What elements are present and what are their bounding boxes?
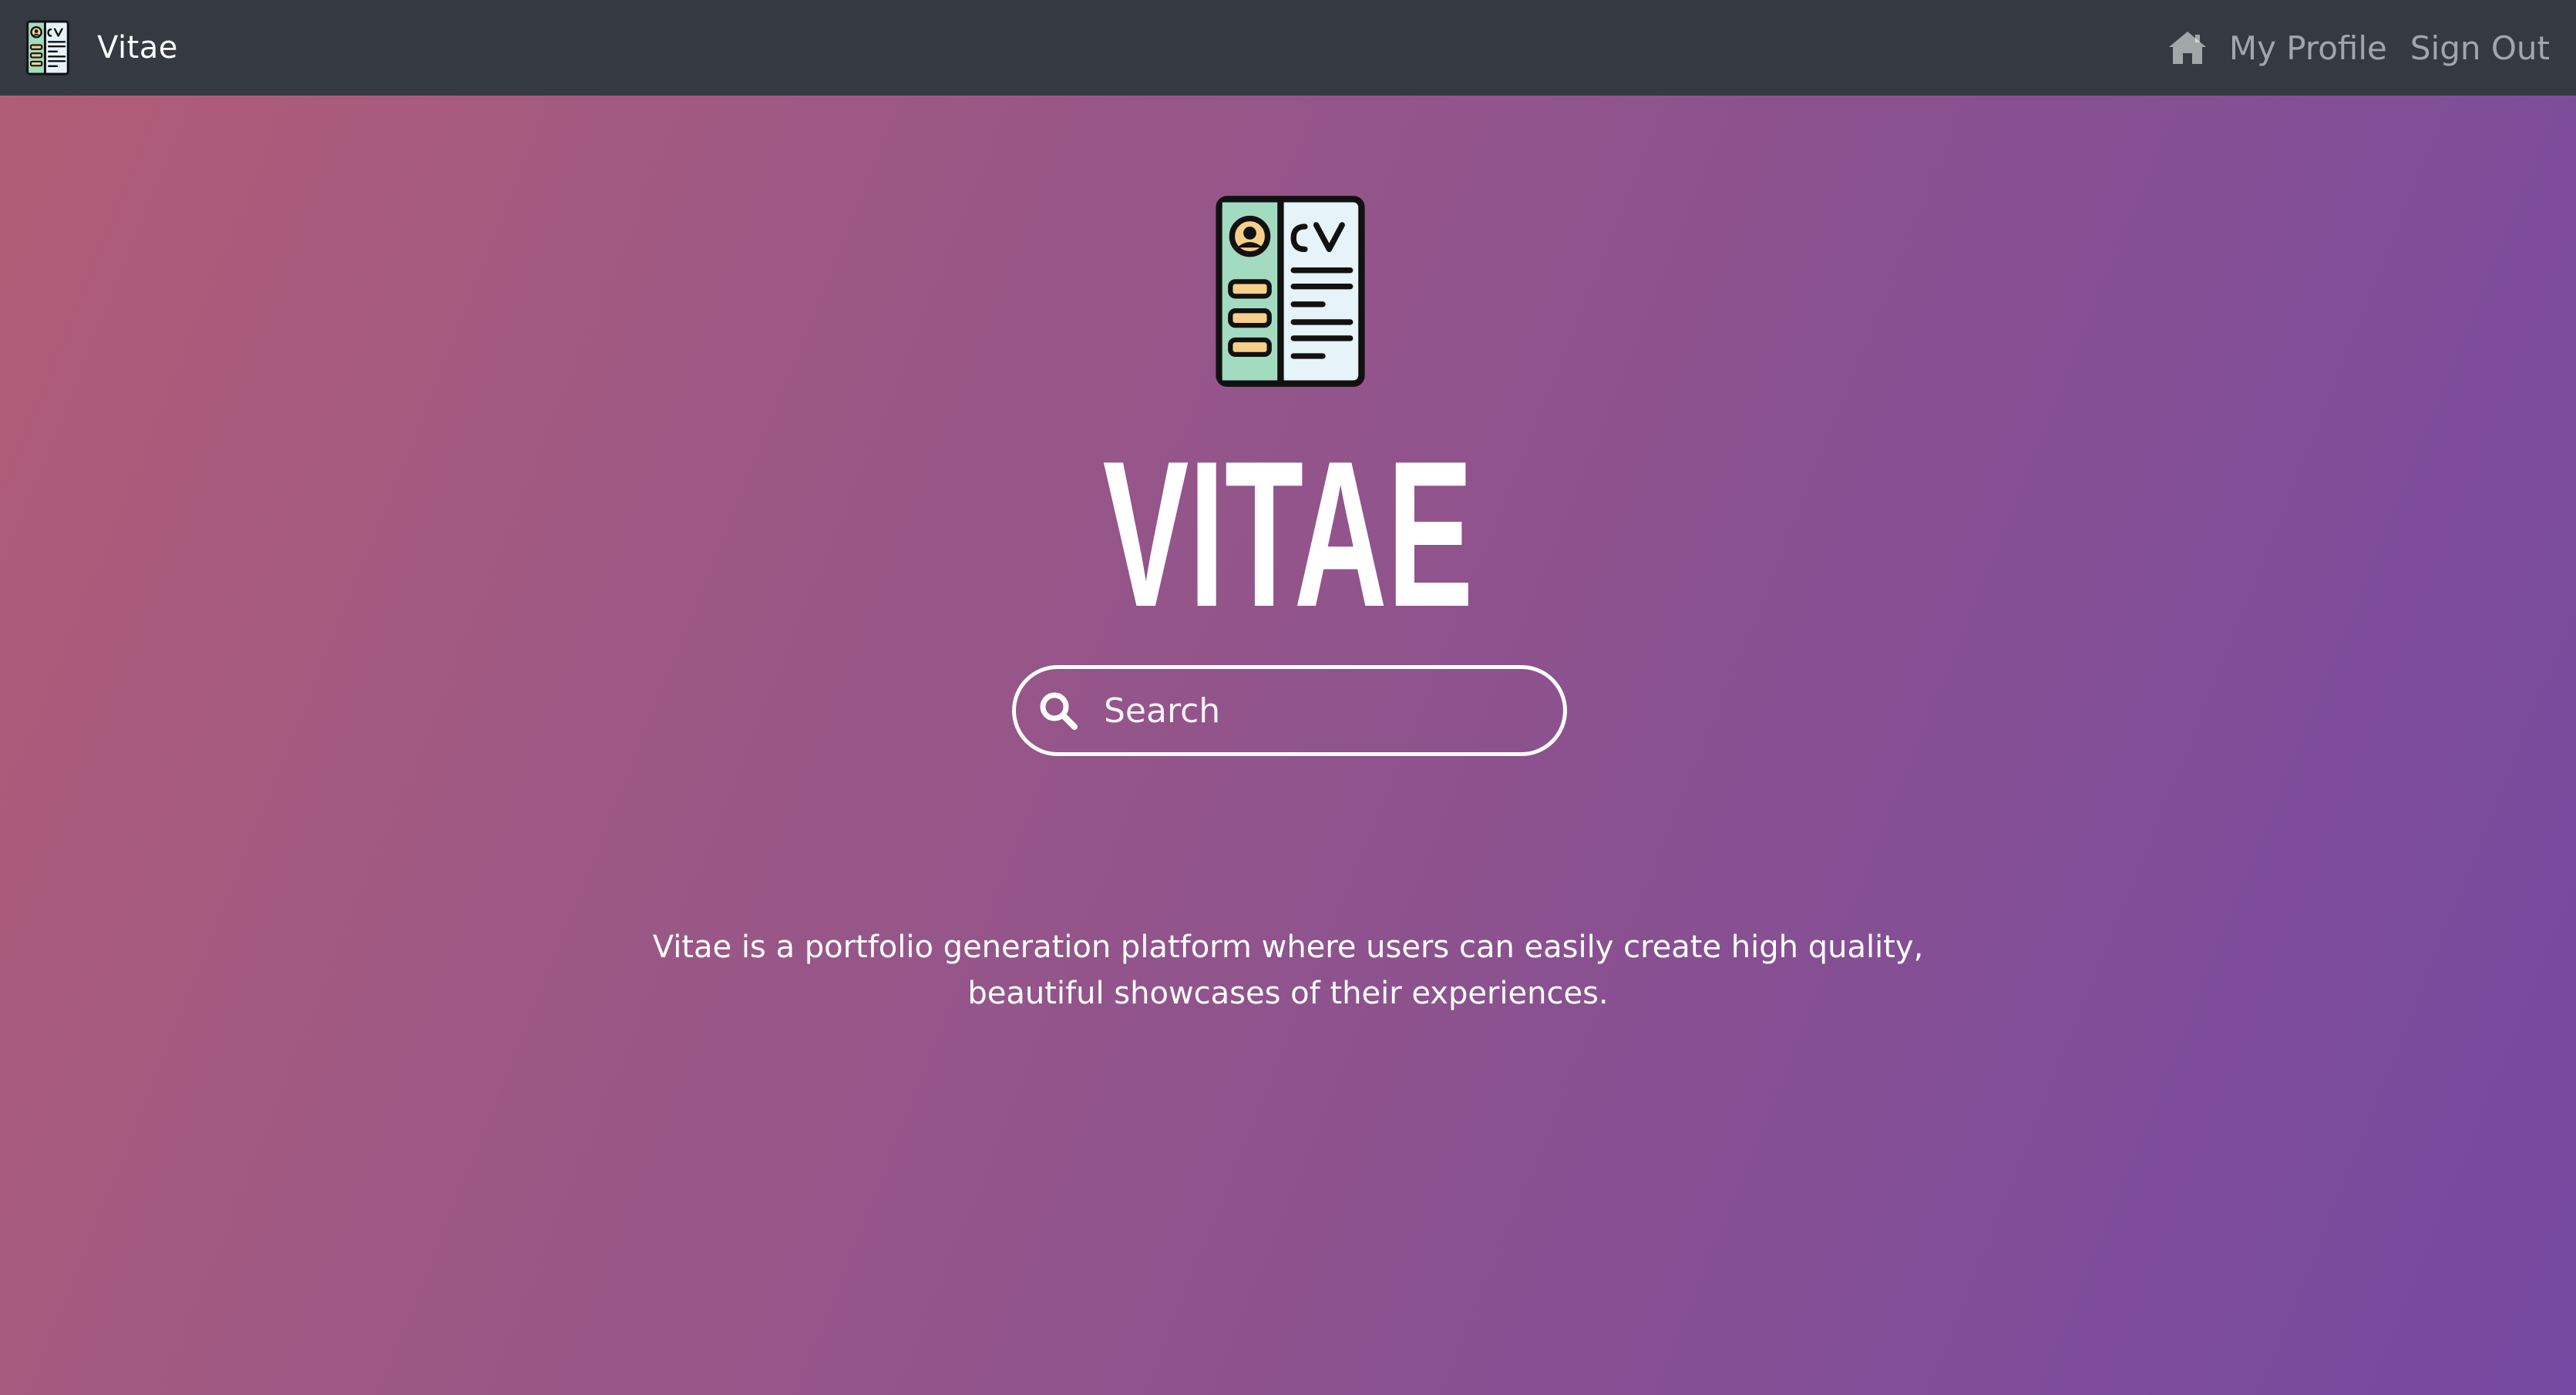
navbar: Vitae My Profile Sign Out	[0, 0, 2576, 96]
home-icon[interactable]	[2167, 30, 2208, 66]
brand-name: Vitae	[97, 30, 178, 66]
nav-link-my-profile[interactable]: My Profile	[2229, 29, 2387, 67]
cv-document-icon	[1216, 196, 1365, 387]
search-icon	[1040, 692, 1078, 730]
hero-section: VITAE Vitae is a portfolio generation pl…	[0, 96, 2576, 1395]
cv-document-icon	[26, 20, 69, 76]
search-input[interactable]	[1104, 680, 1540, 741]
hero-title: VITAE	[1102, 418, 1474, 650]
nav-link-sign-out[interactable]: Sign Out	[2410, 29, 2550, 67]
navbar-brand[interactable]: Vitae	[26, 20, 178, 76]
search-bar	[1012, 665, 1567, 756]
page: Vitae My Profile Sign Out VITAE Search V…	[0, 0, 2576, 1395]
hero-description: Vitae is a portfolio generation platform…	[652, 929, 1924, 1011]
navbar-links: My Profile Sign Out	[2167, 29, 2550, 67]
